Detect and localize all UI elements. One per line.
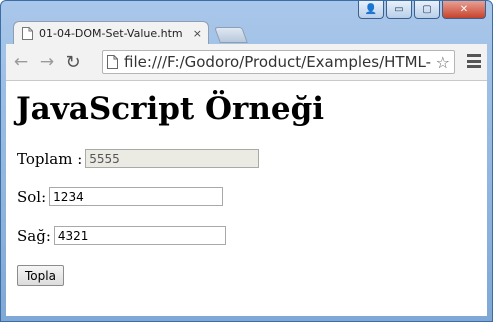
user-icon[interactable]: 👤 xyxy=(358,1,384,19)
topla-button[interactable]: Topla xyxy=(17,265,64,286)
new-tab-button[interactable] xyxy=(214,27,248,43)
forward-button[interactable]: → xyxy=(36,51,58,73)
toplam-field[interactable] xyxy=(85,149,260,168)
sol-row: Sol: xyxy=(17,187,224,206)
browser-window: 👤 ▭ ▢ ✕ 01-04-DOM-Set-Value.htm × ← → ↻ … xyxy=(0,0,493,322)
tab-title: 01-04-DOM-Set-Value.htm xyxy=(39,27,183,40)
minimize-button[interactable]: ▭ xyxy=(386,1,412,19)
sag-row: Sağ: xyxy=(17,226,226,245)
toplam-row: Toplam : xyxy=(17,149,260,168)
page-heading: JavaScript Örneği xyxy=(16,91,325,127)
close-window-button[interactable]: ✕ xyxy=(442,1,486,19)
reload-button[interactable]: ↻ xyxy=(62,51,84,73)
page-icon xyxy=(107,55,118,69)
address-bar[interactable]: file:///F:/Godoro/Product/Examples/HTML-… xyxy=(102,50,455,74)
tab-active[interactable]: 01-04-DOM-Set-Value.htm × xyxy=(13,21,209,45)
back-button[interactable]: ← xyxy=(10,51,32,73)
sag-field[interactable] xyxy=(53,226,226,245)
url-text[interactable]: file:///F:/Godoro/Product/Examples/HTML- xyxy=(124,53,434,71)
tab-close-icon[interactable]: × xyxy=(193,27,202,40)
page-content: JavaScript Örneği Toplam : Sol: Sağ: Top… xyxy=(6,81,487,316)
browser-toolbar: ← → ↻ file:///F:/Godoro/Product/Examples… xyxy=(6,44,487,81)
sol-field[interactable] xyxy=(49,187,224,206)
sag-label: Sağ: xyxy=(17,226,51,245)
sol-label: Sol: xyxy=(17,187,47,206)
bookmark-star-icon[interactable]: ☆ xyxy=(436,53,450,72)
menu-icon[interactable] xyxy=(467,53,481,69)
window-caption-buttons: 👤 ▭ ▢ ✕ xyxy=(358,1,486,19)
maximize-button[interactable]: ▢ xyxy=(414,1,440,19)
document-icon xyxy=(22,27,33,40)
toplam-label: Toplam : xyxy=(17,149,83,168)
